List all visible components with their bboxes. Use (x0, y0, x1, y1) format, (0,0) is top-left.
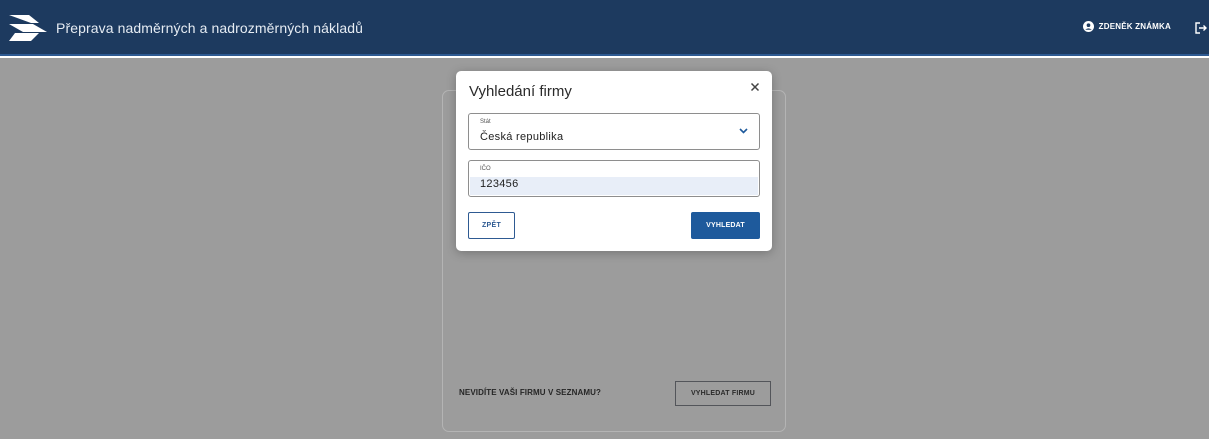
app-header: Přeprava nadměrných a nadrozměrných nákl… (0, 0, 1209, 56)
search-button[interactable]: VYHLEDAT (691, 212, 760, 239)
state-select[interactable]: Stát Česká republika (468, 113, 760, 150)
ico-label: IČO (480, 166, 491, 172)
state-label: Stát (480, 119, 491, 125)
user-name: ZDENĚK ZNÁMKA (1098, 22, 1171, 31)
find-company-button[interactable]: VYHLEDAT FIRMU (675, 381, 771, 406)
company-search-dialog: Vyhledání firmy Stát Česká republika IČO… (456, 71, 772, 251)
close-icon[interactable] (748, 80, 762, 94)
dialog-title: Vyhledání firmy (469, 83, 572, 100)
ico-value: 123456 (480, 178, 519, 190)
ico-input[interactable]: IČO 123456 (468, 160, 760, 197)
back-button[interactable]: ZPĚT (468, 212, 515, 239)
account-circle-icon (1082, 21, 1094, 32)
truck-logo-icon[interactable] (9, 15, 47, 41)
logout-icon[interactable] (1195, 22, 1207, 34)
user-menu[interactable]: ZDENĚK ZNÁMKA (1082, 21, 1171, 32)
state-value: Česká republika (480, 131, 564, 143)
app-title: Přeprava nadměrných a nadrozměrných nákl… (56, 20, 364, 36)
chevron-down-icon (739, 128, 748, 134)
missing-company-question: NEVIDÍTE VAŠI FIRMU V SEZNAMU? (459, 388, 601, 397)
